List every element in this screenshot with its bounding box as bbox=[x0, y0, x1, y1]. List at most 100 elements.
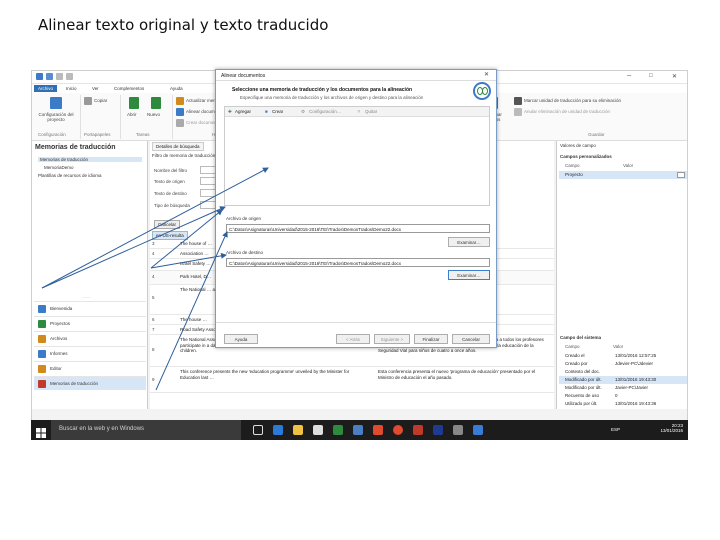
target-file-input[interactable]: C:\Datos\Asignaturas\Universidad\2015-20… bbox=[226, 258, 490, 267]
settings-icon bbox=[50, 97, 62, 109]
app-icon[interactable] bbox=[453, 425, 463, 435]
acrobat-icon[interactable] bbox=[413, 425, 423, 435]
nav-projects[interactable]: Proyectos bbox=[34, 316, 146, 330]
word-icon[interactable] bbox=[353, 425, 363, 435]
nav-welcome[interactable]: Bienvenida bbox=[34, 301, 146, 315]
redo-icon[interactable] bbox=[66, 73, 73, 80]
projects-icon bbox=[38, 320, 46, 328]
left-pane: Memorias de traducción Memorias de tradu… bbox=[32, 141, 148, 409]
copy-icon bbox=[84, 97, 92, 105]
autosuggest-icon bbox=[176, 119, 184, 127]
field-label: Texto de destino bbox=[154, 191, 187, 196]
start-icon[interactable] bbox=[36, 425, 46, 438]
table-row[interactable]: 9 This conference presents the new 'educ… bbox=[150, 367, 554, 393]
app-icon bbox=[36, 73, 43, 80]
pane-title: Valores de campo bbox=[560, 143, 596, 148]
create-icon: ■ bbox=[265, 109, 268, 114]
store-icon[interactable] bbox=[313, 425, 323, 435]
slide-title: Alinear texto original y texto traducido bbox=[38, 16, 329, 34]
files-icon bbox=[38, 335, 46, 343]
table-row: Creado el 13/01/2016 12:57:25 bbox=[565, 353, 657, 358]
trados-icon[interactable] bbox=[433, 425, 443, 435]
column-header: Valor bbox=[613, 344, 624, 349]
group-label: Configuración bbox=[38, 132, 66, 137]
table-row: Modificado por últ. Javier-PC\Javier bbox=[565, 385, 649, 390]
powerpoint-icon[interactable] bbox=[373, 425, 383, 435]
excel-icon[interactable] bbox=[333, 425, 343, 435]
group-label: Portapapeles bbox=[84, 132, 111, 137]
undo-icon[interactable] bbox=[56, 73, 63, 80]
table-row: Contexto del doc. bbox=[565, 369, 601, 374]
minimize-icon[interactable]: ─ bbox=[627, 73, 631, 79]
splitter-grip[interactable]: ······ bbox=[82, 295, 91, 300]
tree-item-memory[interactable]: MemoriaDemo bbox=[44, 165, 74, 170]
table-row: Creado por Jdevier-PC\Jdevier bbox=[565, 361, 654, 366]
settings-icon: ⚙ bbox=[301, 109, 306, 114]
welcome-icon bbox=[38, 305, 46, 313]
maximize-icon[interactable]: □ bbox=[649, 73, 653, 79]
back-button[interactable]: < Atrás bbox=[336, 334, 370, 344]
tab-search-details[interactable]: Detalles de búsqueda bbox=[152, 142, 204, 151]
save-icon[interactable] bbox=[46, 73, 53, 80]
table-row[interactable]: Proyecto bbox=[559, 171, 687, 179]
table-row: Recuento de uso 0 bbox=[565, 393, 618, 398]
help-button[interactable]: Ayuda bbox=[224, 334, 258, 344]
dialog-subheading: Especifique una memoria de traducción y … bbox=[240, 95, 424, 100]
browse-source-button[interactable]: Examinar… bbox=[448, 237, 490, 247]
open-button[interactable]: Abrir bbox=[124, 97, 144, 127]
editor-icon bbox=[38, 365, 46, 373]
task-view-icon[interactable] bbox=[253, 425, 263, 435]
field-label: Tipo de búsqueda bbox=[154, 203, 190, 208]
firefox-icon[interactable] bbox=[393, 425, 403, 435]
app-icon[interactable] bbox=[473, 425, 483, 435]
create-tm-button[interactable]: Crear bbox=[272, 109, 283, 114]
tree-item-root[interactable]: Memorias de traducción bbox=[38, 157, 142, 162]
add-tm-button[interactable]: Agregar bbox=[235, 109, 251, 114]
source-file-input[interactable]: C:\Datos\Asignaturas\Universidad\2015-20… bbox=[226, 224, 490, 233]
nav-editor[interactable]: Editor bbox=[34, 361, 146, 375]
group-label: Guardar bbox=[588, 132, 605, 137]
tm-toolbar: ✚ Agregar ■ Crear ⚙ Configuración… ✕ Qui… bbox=[225, 107, 489, 117]
dialog-heading: Seleccione una memoria de traducción y l… bbox=[232, 87, 413, 93]
menu-ayuda[interactable]: Ayuda bbox=[166, 85, 187, 92]
clock[interactable]: 20:23 13/01/2016 bbox=[643, 423, 683, 433]
browse-target-button[interactable]: Examinar… bbox=[448, 270, 490, 280]
finish-button[interactable]: Finalizar bbox=[414, 334, 448, 344]
taskbar-search-input[interactable]: Buscar en la web y en Windows bbox=[51, 420, 241, 440]
tree-item-templates[interactable]: Plantillas de recursos de idioma bbox=[38, 173, 102, 178]
taskbar: Buscar en la web y en Windows ESP 20:23 … bbox=[31, 420, 688, 440]
nav-translation-memories[interactable]: Memorias de traducción bbox=[34, 376, 146, 390]
section-title: Campo del sistema bbox=[560, 335, 602, 340]
file-explorer-icon[interactable] bbox=[293, 425, 303, 435]
field-label: Texto de origen bbox=[154, 179, 185, 184]
source-file-label: Archivo de origen bbox=[226, 216, 262, 221]
new-button[interactable]: Nuevo bbox=[146, 97, 168, 127]
menu-ver[interactable]: Ver bbox=[88, 85, 103, 92]
remove-tm-button[interactable]: Quitar bbox=[365, 109, 377, 114]
menu-archivo[interactable]: Archivo bbox=[34, 85, 58, 92]
nav-reports[interactable]: Informes bbox=[34, 346, 146, 360]
close-icon[interactable]: ✕ bbox=[672, 73, 677, 80]
menu-complementos[interactable]: Complementos bbox=[110, 85, 148, 92]
update-icon bbox=[176, 97, 184, 105]
cancel-search-button[interactable]: Cancelar bbox=[154, 220, 181, 229]
dialog-close-icon[interactable]: ✕ bbox=[484, 71, 489, 78]
cancel-button[interactable]: Cancelar bbox=[452, 334, 490, 344]
mark-icon bbox=[514, 97, 522, 105]
language-indicator[interactable]: ESP bbox=[611, 427, 620, 432]
tm-settings-button[interactable]: Configuración… bbox=[309, 109, 341, 114]
tm-list[interactable]: ✚ Agregar ■ Crear ⚙ Configuración… ✕ Qui… bbox=[224, 106, 490, 206]
table-row: Modificado por últ. 13/01/2016 19:43:30 bbox=[559, 376, 687, 384]
project-settings-button[interactable]: Configuración del proyecto bbox=[36, 97, 76, 131]
align-documents-dialog: Alinear documentos ✕ Seleccione una memo… bbox=[215, 69, 497, 348]
menu-inicio[interactable]: Inicio bbox=[62, 85, 81, 92]
column-header: Campo bbox=[565, 163, 580, 168]
edge-icon[interactable] bbox=[273, 425, 283, 435]
align-icon bbox=[176, 108, 184, 116]
dialog-title-bar: Alinear documentos ✕ bbox=[216, 70, 496, 81]
nav-files[interactable]: Archivos bbox=[34, 331, 146, 345]
new-icon bbox=[151, 97, 161, 109]
dropdown-icon[interactable] bbox=[677, 172, 685, 178]
dialog-title: Alinear documentos bbox=[221, 73, 266, 79]
next-button[interactable]: Siguiente > bbox=[374, 334, 410, 344]
